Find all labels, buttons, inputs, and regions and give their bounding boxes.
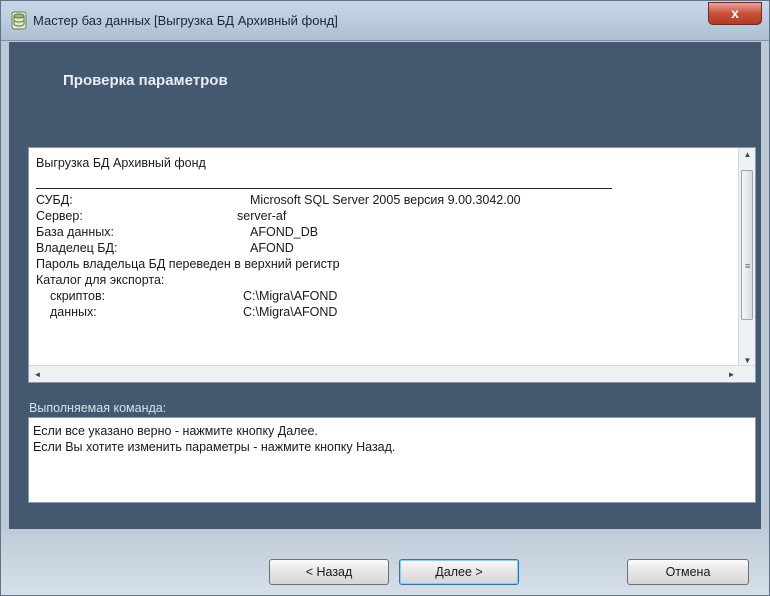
vertical-scrollbar[interactable]: ▲ ≡ ▼ xyxy=(738,148,755,367)
page-title: Проверка параметров xyxy=(63,72,228,89)
row-value: Microsoft SQL Server 2005 версия 9.00.30… xyxy=(250,193,521,207)
row-value: server-af xyxy=(237,209,287,223)
wizard-window: Мастер баз данных [Выгрузка БД Архивный … xyxy=(0,0,770,596)
summary-box[interactable]: Выгрузка БД Архивный фонд СУБД: Microsof… xyxy=(28,147,756,383)
summary-note: Пароль владельца БД переведен в верхний … xyxy=(36,257,340,271)
window-title: Мастер баз данных [Выгрузка БД Архивный … xyxy=(33,13,338,28)
row-key: Владелец БД: xyxy=(36,241,118,255)
grip-icon: ≡ xyxy=(745,261,751,271)
row-key: Сервер: xyxy=(36,209,83,223)
row-key: скриптов: xyxy=(50,289,106,303)
row-key: База данных: xyxy=(36,225,114,239)
summary-heading: Выгрузка БД Архивный фонд xyxy=(36,156,206,170)
content-panel: Выгрузка БД Архивный фонд СУБД: Microsof… xyxy=(9,127,761,529)
command-line: Если все указано верно - нажмите кнопку … xyxy=(33,424,318,438)
export-catalog-label: Каталог для экспорта: xyxy=(36,273,165,287)
cancel-button[interactable]: Отмена xyxy=(627,559,749,585)
row-key: СУБД: xyxy=(36,193,73,207)
title-bar[interactable]: Мастер баз данных [Выгрузка БД Архивный … xyxy=(1,1,769,41)
database-icon xyxy=(11,11,27,30)
scroll-up-icon[interactable]: ▲ xyxy=(739,150,755,159)
close-icon: x xyxy=(731,5,739,21)
separator-line xyxy=(36,188,612,189)
scroll-right-icon[interactable]: ► xyxy=(723,370,740,379)
scroll-thumb[interactable]: ≡ xyxy=(741,170,753,320)
command-box[interactable]: Если все указано верно - нажмите кнопку … xyxy=(28,417,756,503)
header-panel: Проверка параметров xyxy=(9,42,761,127)
command-label: Выполняемая команда: xyxy=(29,401,167,415)
scroll-down-icon[interactable]: ▼ xyxy=(739,356,755,365)
command-line: Если Вы хотите изменить параметры - нажм… xyxy=(33,440,396,454)
row-value: C:\Migra\AFOND xyxy=(243,289,338,303)
row-key: данных: xyxy=(50,305,97,319)
row-value: C:\Migra\AFOND xyxy=(243,305,338,319)
row-value: AFOND xyxy=(250,241,294,255)
back-button[interactable]: < Назад xyxy=(269,559,389,585)
button-bar: < Назад Далее > Отмена xyxy=(1,529,769,595)
horizontal-scrollbar[interactable]: ◄ ► xyxy=(29,365,755,382)
row-value: AFOND_DB xyxy=(250,225,319,239)
scroll-left-icon[interactable]: ◄ xyxy=(29,370,46,379)
next-button[interactable]: Далее > xyxy=(399,559,519,585)
close-button[interactable]: x xyxy=(708,2,762,25)
